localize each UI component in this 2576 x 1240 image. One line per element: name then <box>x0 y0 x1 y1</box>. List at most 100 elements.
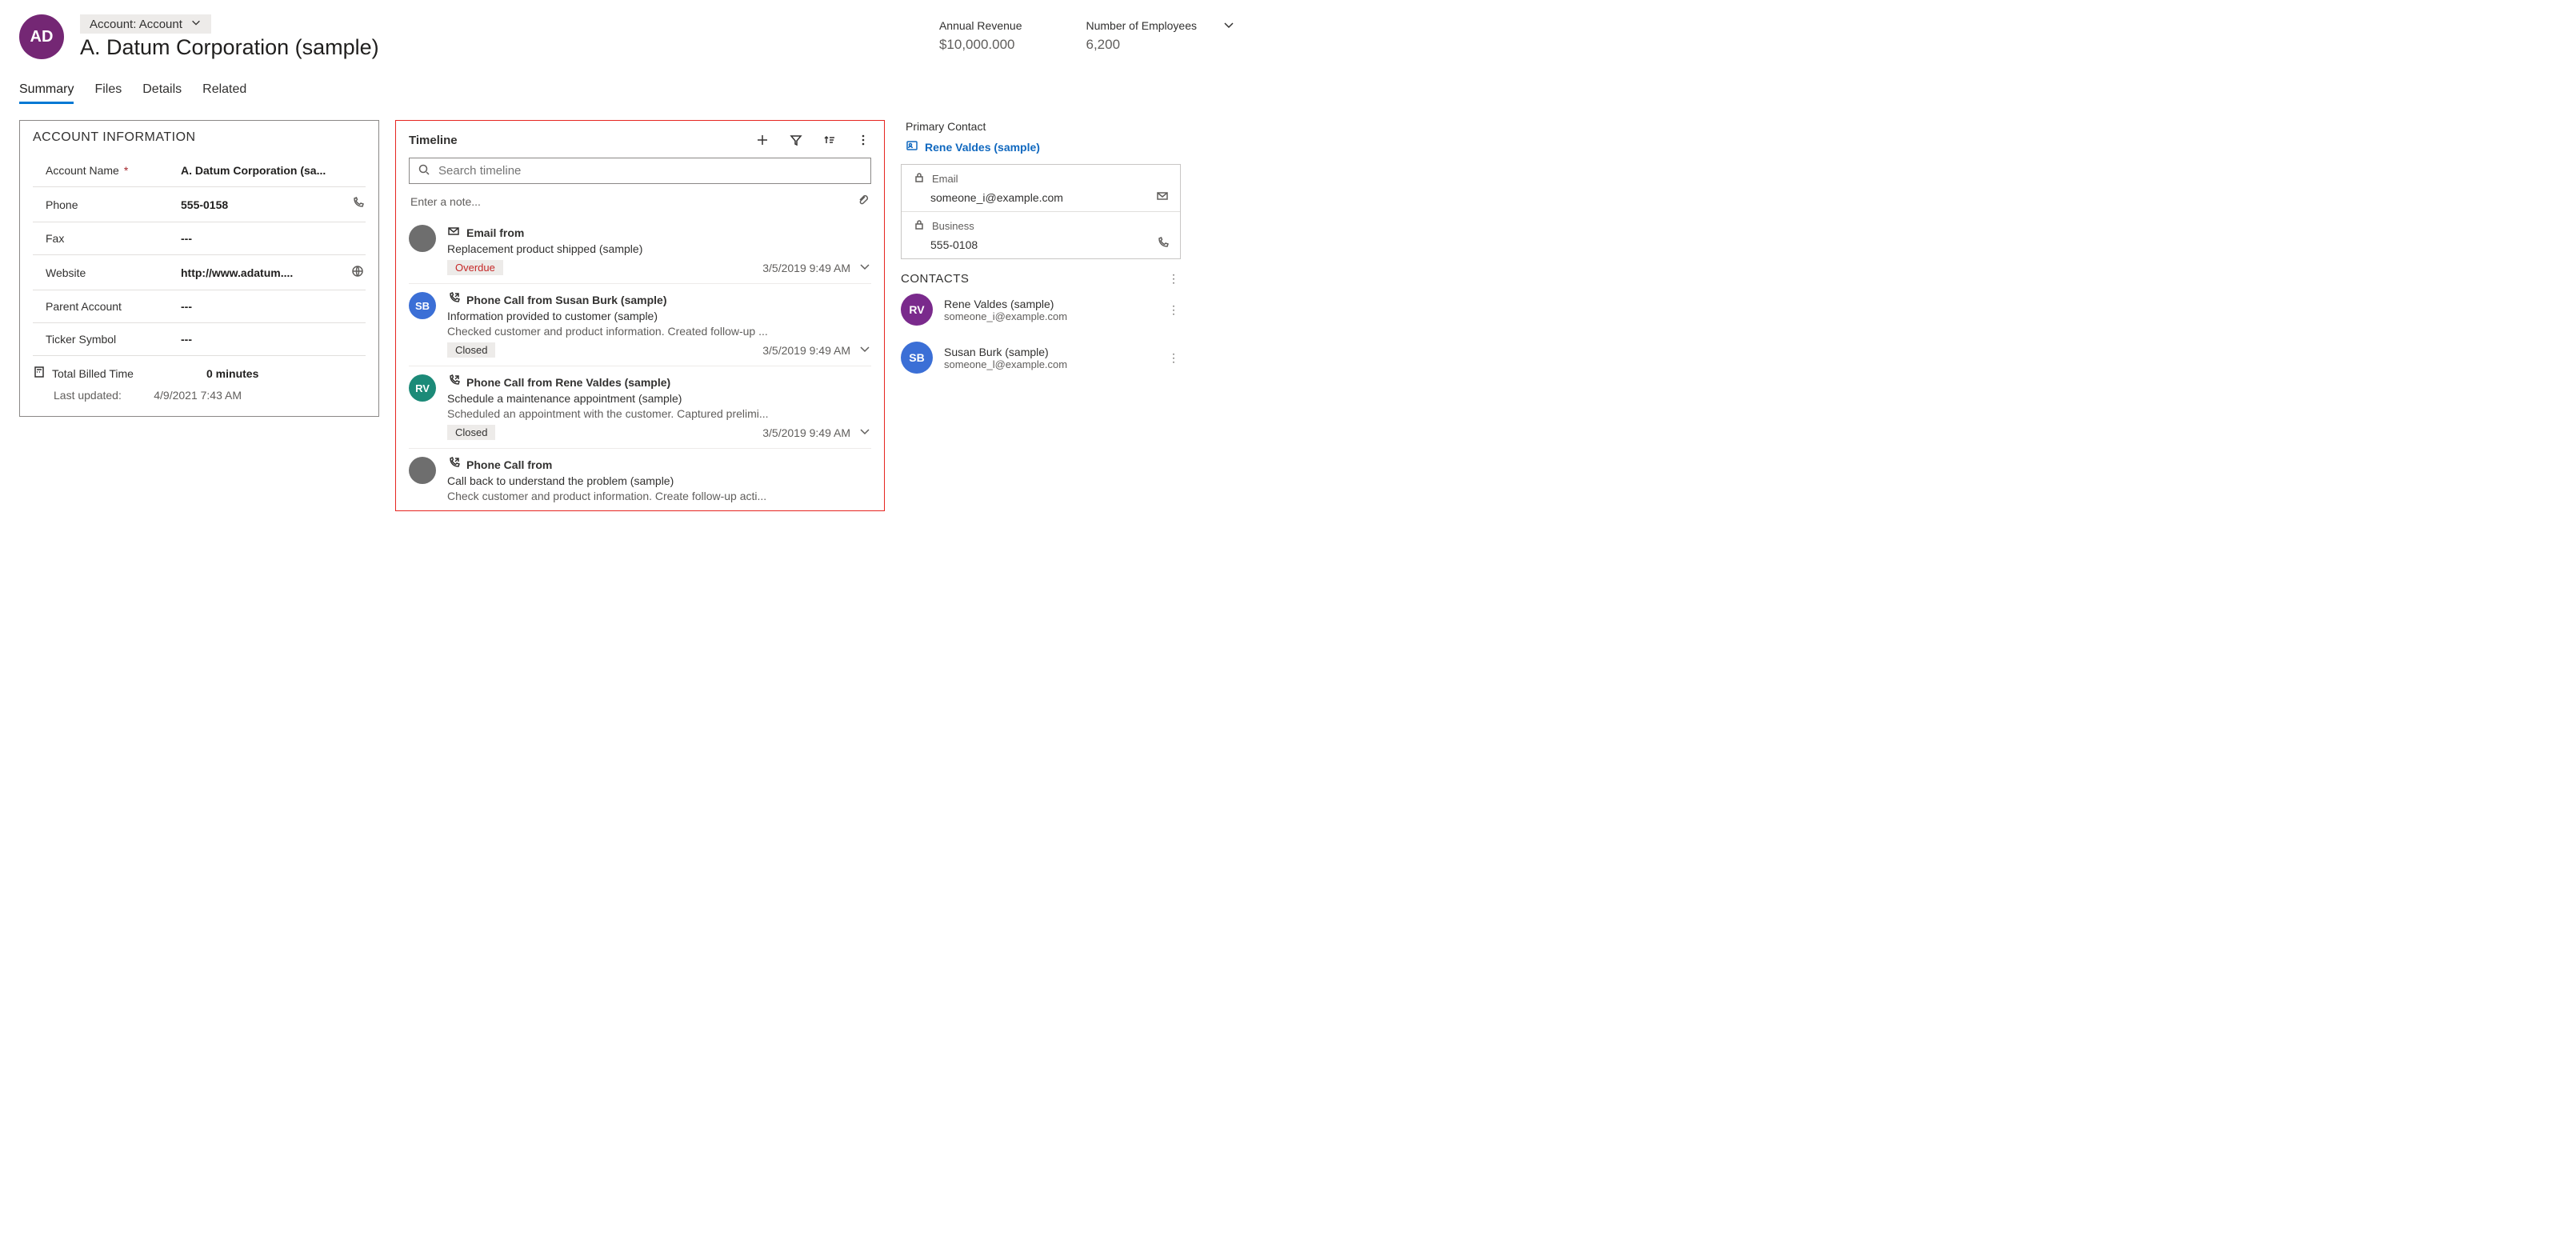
header-expand-chevron[interactable] <box>1221 14 1237 30</box>
last-updated-label: Last updated: <box>54 389 122 402</box>
tab-details[interactable]: Details <box>142 82 182 104</box>
fax-value[interactable]: --- <box>181 232 366 245</box>
lock-icon <box>913 171 926 186</box>
timeline-section: Timeline Enter a note... Email from Re <box>395 120 885 511</box>
stat-value: 6,200 <box>1086 37 1197 53</box>
header-stats: Annual Revenue $10,000.000 Number of Emp… <box>939 14 1205 53</box>
contacts-more-button[interactable]: ⋮ <box>1168 272 1181 286</box>
tab-files[interactable]: Files <box>94 82 122 104</box>
entity-type-label: Account: Account <box>90 18 182 31</box>
field-label: Fax <box>33 232 181 245</box>
timeline-item-title: Phone Call from Rene Valdes (sample) <box>466 376 670 389</box>
contact-avatar: SB <box>901 342 933 374</box>
status-badge: Overdue <box>447 260 503 275</box>
email-label: Email <box>932 173 958 185</box>
contact-email: someone_i@example.com <box>944 310 1067 322</box>
website-value[interactable]: http://www.adatum.... <box>181 266 350 279</box>
attachment-icon[interactable] <box>857 194 870 209</box>
calculator-icon <box>33 366 46 381</box>
timeline-item-title: Phone Call from <box>466 458 552 471</box>
timeline-search-input[interactable] <box>438 164 862 178</box>
timeline-item-description: Scheduled an appointment with the custom… <box>447 407 871 420</box>
timeline-item-time: 3/5/2019 9:49 AM <box>762 426 850 439</box>
timeline-title: Timeline <box>409 134 458 147</box>
phone-icon[interactable] <box>350 197 366 212</box>
last-updated-value: 4/9/2021 7:43 AM <box>154 389 242 402</box>
account-name-value[interactable]: A. Datum Corporation (sa... <box>181 164 366 177</box>
total-billed-value: 0 minutes <box>206 367 366 380</box>
timeline-item-avatar <box>409 457 436 484</box>
contact-list-item[interactable]: SB Susan Burk (sample) someone_l@example… <box>901 334 1181 382</box>
timeline-sort-button[interactable] <box>822 132 838 148</box>
phone-value[interactable]: 555-0158 <box>181 198 350 211</box>
globe-icon[interactable] <box>350 265 366 280</box>
email-icon <box>447 225 460 240</box>
timeline-filter-button[interactable] <box>788 132 804 148</box>
primary-contact-email[interactable]: someone_i@example.com <box>930 191 1156 204</box>
field-label: Phone <box>33 198 181 211</box>
field-label: Parent Account <box>33 300 181 313</box>
tab-summary[interactable]: Summary <box>19 82 74 104</box>
contact-more-button[interactable]: ⋮ <box>1168 303 1181 317</box>
stat-label: Number of Employees <box>1086 19 1197 32</box>
field-label: Ticker Symbol <box>33 333 181 346</box>
chevron-down-icon[interactable] <box>858 342 871 358</box>
timeline-item-subject: Schedule a maintenance appointment (samp… <box>447 392 871 405</box>
primary-contact-phone[interactable]: 555-0108 <box>930 238 1156 251</box>
phone-out-icon <box>447 292 460 307</box>
timeline-item[interactable]: SB Phone Call from Susan Burk (sample) I… <box>409 283 871 366</box>
timeline-item-description: Check customer and product information. … <box>447 490 871 502</box>
contact-card-icon <box>906 139 918 154</box>
timeline-item-time: 3/5/2019 9:49 AM <box>762 262 850 274</box>
timeline-item-avatar: SB <box>409 292 436 319</box>
primary-contact-link[interactable]: Rene Valdes (sample) <box>901 139 1181 154</box>
timeline-search[interactable] <box>409 158 871 184</box>
timeline-item-avatar <box>409 225 436 252</box>
timeline-add-button[interactable] <box>754 132 770 148</box>
status-badge: Closed <box>447 425 495 440</box>
timeline-item-subject: Information provided to customer (sample… <box>447 310 871 322</box>
phone-out-icon <box>447 457 460 472</box>
phone-icon[interactable] <box>1156 237 1169 252</box>
ticker-value[interactable]: --- <box>181 333 366 346</box>
status-badge: Closed <box>447 342 495 358</box>
contact-name: Rene Valdes (sample) <box>944 298 1067 310</box>
contacts-title: CONTACTS <box>901 272 969 286</box>
business-label: Business <box>932 220 974 232</box>
timeline-item[interactable]: RV Phone Call from Rene Valdes (sample) … <box>409 366 871 448</box>
required-indicator: * <box>124 164 128 177</box>
timeline-item-subject: Call back to understand the problem (sam… <box>447 474 871 487</box>
chevron-down-icon <box>190 17 202 31</box>
timeline-item-title: Phone Call from Susan Burk (sample) <box>466 294 667 306</box>
search-icon <box>418 163 430 178</box>
contact-more-button[interactable]: ⋮ <box>1168 351 1181 365</box>
parent-account-value[interactable]: --- <box>181 300 366 313</box>
record-avatar: AD <box>19 14 64 59</box>
email-icon[interactable] <box>1156 190 1169 205</box>
note-input[interactable]: Enter a note... <box>410 195 481 208</box>
field-label: Website <box>33 266 181 279</box>
contact-list-item[interactable]: RV Rene Valdes (sample) someone_i@exampl… <box>901 286 1181 334</box>
timeline-item[interactable]: Email from Replacement product shipped (… <box>409 217 871 283</box>
field-label: Account Name <box>46 164 119 177</box>
primary-contact-name: Rene Valdes (sample) <box>925 141 1040 154</box>
chevron-down-icon[interactable] <box>858 260 871 275</box>
field-label: Total Billed Time <box>52 367 134 380</box>
timeline-more-button[interactable] <box>855 132 871 148</box>
timeline-item-description: Checked customer and product information… <box>447 325 871 338</box>
record-title: A. Datum Corporation (sample) <box>80 35 379 60</box>
stat-value: $10,000.000 <box>939 37 1022 53</box>
timeline-item-time: 3/5/2019 9:49 AM <box>762 344 850 357</box>
contact-name: Susan Burk (sample) <box>944 346 1067 358</box>
primary-contact-label: Primary Contact <box>901 120 1181 133</box>
stat-label: Annual Revenue <box>939 19 1022 32</box>
form-tabs: Summary Files Details Related <box>19 82 1237 104</box>
phone-out-icon <box>447 374 460 390</box>
chevron-down-icon[interactable] <box>858 425 871 440</box>
contact-avatar: RV <box>901 294 933 326</box>
entity-type-selector[interactable]: Account: Account <box>80 14 211 34</box>
timeline-item-title: Email from <box>466 226 524 239</box>
timeline-item[interactable]: Phone Call from Call back to understand … <box>409 448 871 510</box>
timeline-item-avatar: RV <box>409 374 436 402</box>
tab-related[interactable]: Related <box>202 82 246 104</box>
